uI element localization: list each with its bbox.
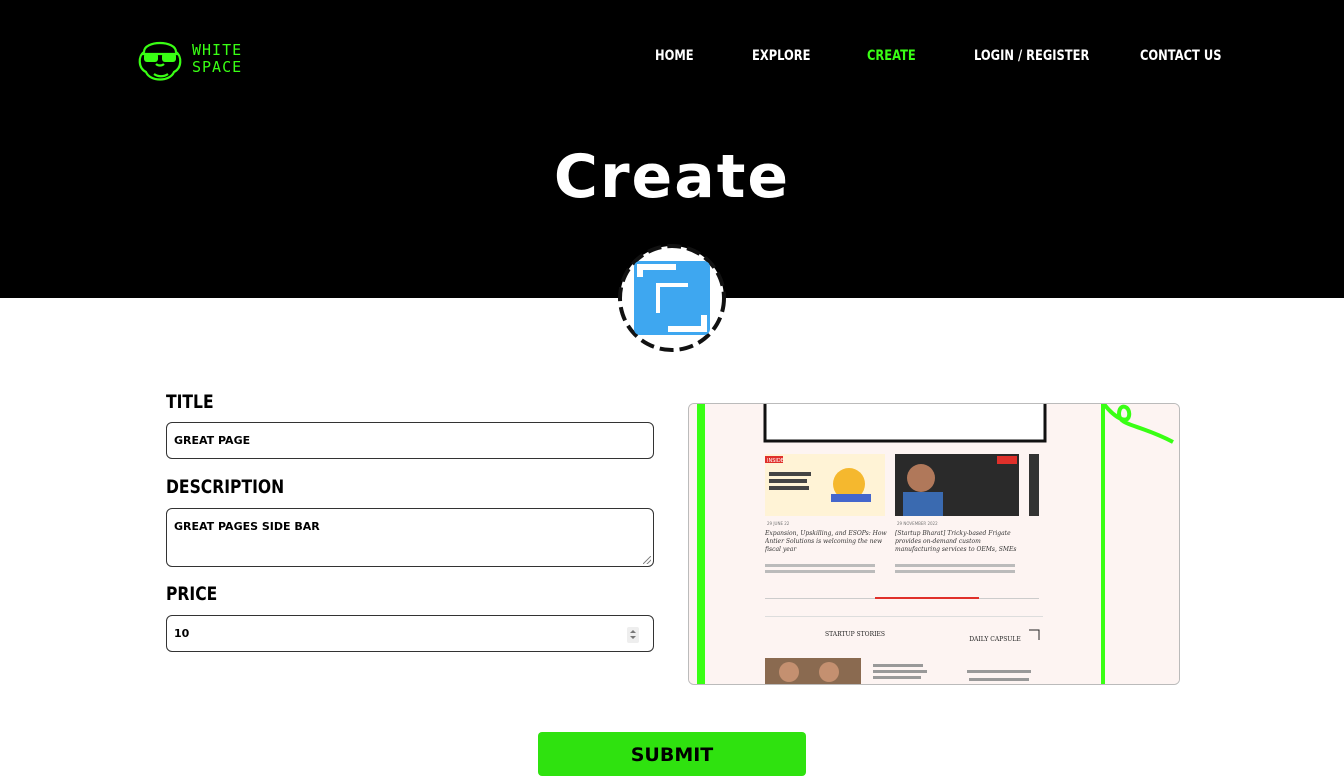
number-stepper-icon[interactable] [627, 627, 639, 643]
title-input[interactable] [174, 423, 646, 458]
preview-header-box [763, 404, 1047, 443]
app-logo-icon [618, 244, 726, 352]
submit-button[interactable]: SUBMIT [538, 732, 806, 776]
preview-card-2-date: 29 NOVEMBER 2022 [897, 521, 938, 526]
preview-card-1-tag: INSIDE [767, 458, 784, 464]
description-label: DESCRIPTION [166, 476, 285, 498]
nav-contact-us[interactable]: CONTACT US [1140, 48, 1221, 64]
main-nav: HOME EXPLORE CREATE LOGIN / REGISTER CON… [0, 48, 1344, 70]
page-title: Create [553, 142, 791, 212]
nav-home[interactable]: HOME [655, 48, 694, 64]
title-label: TITLE [166, 391, 214, 413]
title-field[interactable] [166, 422, 654, 459]
preview-section-1: STARTUP STORIES [825, 631, 885, 638]
nav-explore[interactable]: EXPLORE [752, 48, 810, 64]
description-field[interactable]: GREAT PAGES SIDE BAR [166, 508, 654, 567]
preview-green-stroke-right [1101, 404, 1105, 684]
price-field[interactable] [166, 615, 654, 652]
preview-card-1-date: 29 JUNE 22 [767, 521, 790, 526]
image-preview: INSIDE 29 JUNE 22 Expansion, Upskilling,… [688, 403, 1180, 685]
nav-create[interactable]: CREATE [867, 48, 916, 64]
preview-card-2-headline: [Startup Bharat] Tricky-based Frigate pr… [895, 530, 1017, 553]
preview-screenshot: INSIDE 29 JUNE 22 Expansion, Upskilling,… [689, 404, 1179, 684]
price-label: PRICE [166, 583, 218, 605]
price-input[interactable] [174, 616, 646, 651]
description-textarea[interactable]: GREAT PAGES SIDE BAR [174, 520, 646, 546]
preview-green-stroke-left [697, 404, 705, 684]
preview-card-2-headline-wrap: [Startup Bharat] Tricky-based Frigate pr… [895, 530, 1017, 553]
preview-section-2: DAILY CAPSULE [969, 636, 1020, 643]
preview-card-1-headline-wrap: Expansion, Upskilling, and ESOPs: How An… [765, 530, 887, 553]
resize-grip-icon[interactable] [643, 556, 651, 564]
nav-login-register[interactable]: LOGIN / REGISTER [974, 48, 1089, 64]
preview-card-1-headline: Expansion, Upskilling, and ESOPs: How An… [765, 530, 887, 553]
